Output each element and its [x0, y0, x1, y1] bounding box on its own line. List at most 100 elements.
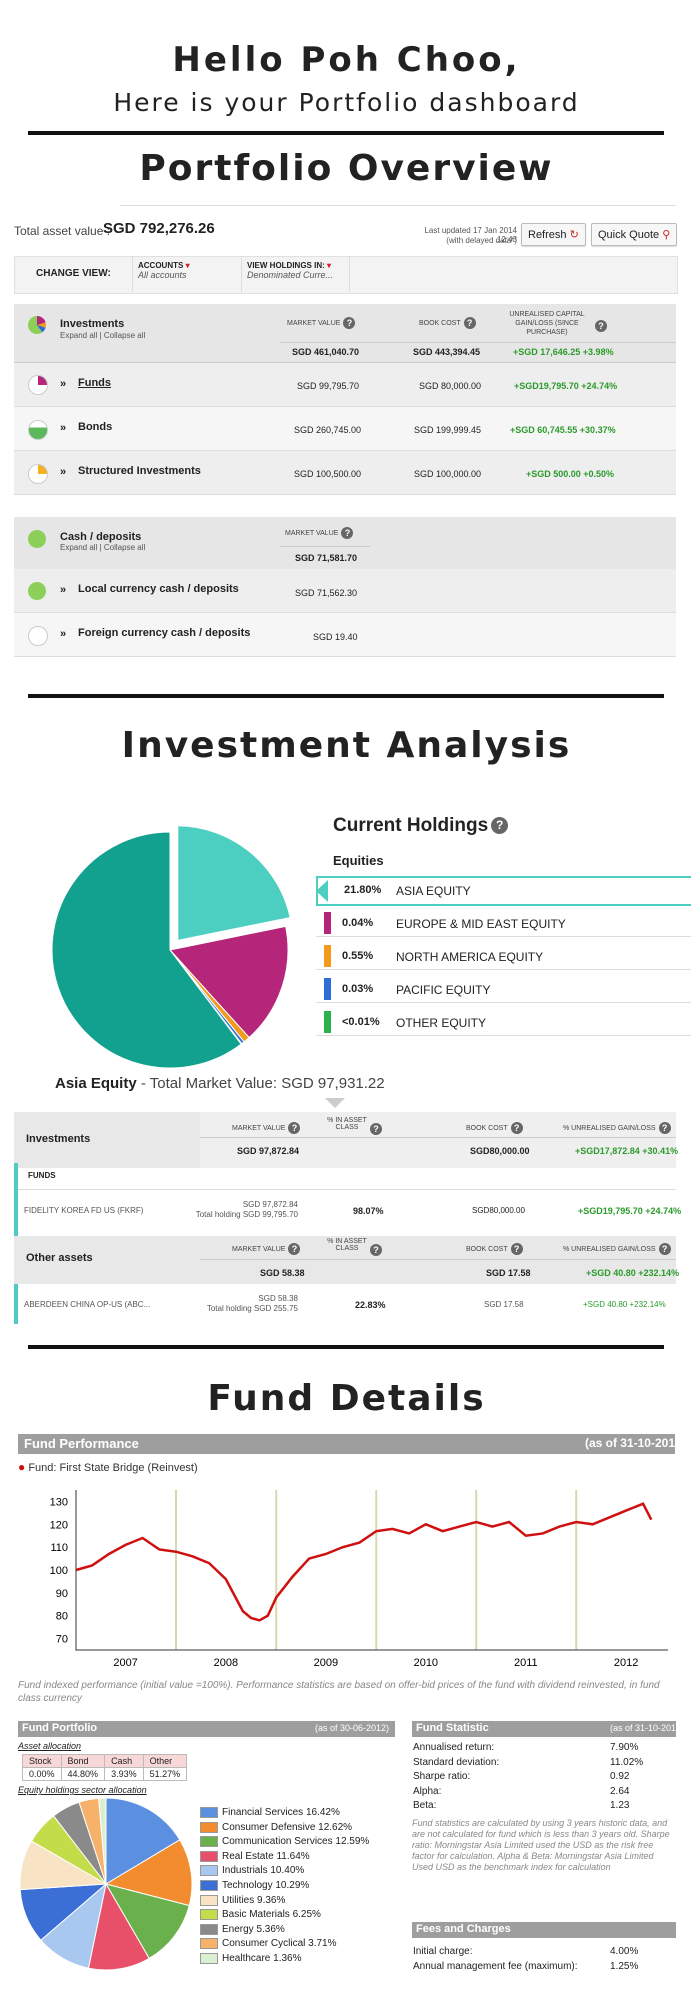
aberdeen-pct: 22.83%	[355, 1300, 386, 1310]
search-icon: ⚲	[662, 229, 671, 241]
other-gain: +SGD 40.80 +232.14%	[586, 1268, 680, 1278]
divider	[28, 1345, 664, 1349]
holding-color-strip	[324, 912, 331, 934]
investments-pie-icon	[28, 316, 46, 334]
sector-pie-chart	[19, 1797, 193, 1971]
dashboard-subtitle: Here is your Portfolio dashboard	[113, 88, 580, 117]
fee-label: Annual management fee (maximum):	[413, 1960, 578, 1972]
alloc-header: Stock	[22, 1754, 62, 1768]
fee-value: 4.00%	[610, 1946, 639, 1957]
help-icon[interactable]: ?	[658, 1122, 671, 1134]
holding-item[interactable]: 0.55% NORTH AMERICA EQUITY	[316, 942, 691, 970]
chevron-down-icon[interactable]: »	[60, 584, 66, 596]
help-icon[interactable]: ?	[510, 1122, 523, 1134]
fund-performance-header: Fund Performance (as of 31-10-201	[18, 1434, 675, 1454]
sector-pct: 16.42%	[305, 1807, 340, 1819]
funds-subheader: FUNDS	[28, 1171, 56, 1180]
alloc-value: 44.80%	[60, 1767, 106, 1781]
chevron-down-icon[interactable]: »	[60, 466, 66, 478]
y-tick-label: 70	[56, 1634, 68, 1646]
structured-market-value: SGD 100,500.00	[294, 469, 362, 479]
divider	[120, 205, 676, 206]
sector-allocation-label: Equity holdings sector allocation	[18, 1785, 147, 1795]
bonds-label: Bonds	[78, 421, 113, 433]
aberdeen-name[interactable]: ABERDEEN CHINA OP-US (ABC...	[24, 1300, 150, 1309]
sector-name: Consumer Defensive	[222, 1821, 316, 1833]
sector-legend-item: Industrials 10.40%	[200, 1865, 304, 1879]
help-icon[interactable]: ?	[370, 1122, 382, 1135]
sector-pct: 12.62%	[318, 1821, 353, 1833]
chevron-down-icon: ▾	[185, 261, 190, 270]
foreign-cash-label: Foreign currency cash / deposits	[78, 627, 251, 639]
asset-allocation-label: Asset allocation	[18, 1741, 82, 1751]
help-icon[interactable]: ?	[658, 1243, 671, 1255]
section-title-overview: Portfolio Overview	[139, 148, 554, 189]
holding-item[interactable]: 0.04% EUROPE & MID EAST EQUITY	[316, 909, 691, 937]
collapse-all-link[interactable]: Collapse all	[104, 331, 145, 340]
funds-link[interactable]: Funds	[78, 377, 111, 389]
col-unrealised: % UNREALISED GAIN/LOSS	[563, 1124, 656, 1132]
refresh-button[interactable]: Refresh ↻	[521, 223, 586, 246]
quick-quote-button[interactable]: Quick Quote ⚲	[591, 223, 678, 246]
investments-market-value: SGD 461,040.70	[292, 347, 360, 357]
structured-label: Structured Investments	[78, 465, 201, 477]
equities-label: Equities	[333, 853, 384, 868]
sector-pct: 11.64%	[276, 1850, 310, 1862]
pie-slice[interactable]	[174, 822, 295, 945]
holding-pct: 0.55%	[342, 950, 374, 962]
holding-item[interactable]: 0.03% PACIFIC EQUITY	[316, 975, 691, 1003]
holding-pct: <0.01%	[342, 1016, 380, 1028]
expand-all-link[interactable]: Expand all	[60, 331, 97, 340]
col-market-value: MARKET VALUE	[285, 529, 339, 537]
y-tick-label: 100	[50, 1565, 68, 1577]
help-icon[interactable]: ?	[510, 1243, 523, 1255]
sector-pct: 10.40%	[270, 1865, 305, 1877]
statistic-value: 7.90%	[610, 1742, 639, 1753]
structured-gain: +SGD 500.00 +0.50%	[526, 469, 615, 479]
funds-pie-icon	[28, 375, 48, 395]
chevron-down-icon[interactable]: »	[60, 628, 66, 640]
help-icon[interactable]: ?	[288, 1122, 301, 1134]
sector-pct: 5.36%	[256, 1923, 285, 1935]
pointer-arrow	[316, 880, 328, 902]
help-icon[interactable]: ?	[463, 317, 476, 329]
y-tick-label: 130	[50, 1496, 68, 1508]
chevron-down-icon[interactable]: »	[60, 378, 66, 390]
fund-market: SGD 97,872.84	[242, 1200, 298, 1209]
collapse-all-link[interactable]: Collapse all	[104, 543, 145, 552]
help-icon[interactable]: ?	[370, 1243, 382, 1256]
sector-name: Communication Services	[222, 1836, 333, 1848]
foreign-cash-icon	[28, 626, 48, 646]
fund-name[interactable]: FIDELITY KOREA FD US (FKRF)	[24, 1206, 143, 1215]
accounts-select[interactable]: ACCOUNTS ▾ All accounts	[138, 261, 190, 280]
holding-color-strip	[324, 945, 331, 967]
sector-name: Consumer Cyclical	[222, 1938, 306, 1950]
legend-swatch	[200, 1938, 218, 1950]
sector-legend-item: Consumer Defensive 12.62%	[200, 1821, 353, 1836]
delayed-note: (with delayed data*)	[446, 236, 517, 245]
col-book-cost: BOOK COST	[466, 1245, 508, 1253]
other-market: SGD 58.38	[260, 1268, 305, 1278]
help-icon[interactable]: ?	[288, 1243, 301, 1255]
holding-item[interactable]: 21.80% ASIA EQUITY	[332, 876, 691, 904]
investments-book-cost: SGD 443,394.45	[413, 347, 481, 357]
section-title-fund: Fund Details	[207, 1378, 486, 1419]
fund-statistic-header: Fund Statistic (as of 31-10-201	[412, 1721, 676, 1737]
change-view-label: CHANGE VIEW:	[36, 268, 111, 279]
sector-legend-item: Basic Materials 6.25%	[200, 1909, 321, 1923]
legend-swatch	[200, 1807, 218, 1818]
structured-book-cost: SGD 100,000.00	[414, 469, 482, 479]
fund-performance-asof: (as of 31-10-201	[584, 1436, 675, 1450]
help-icon[interactable]: ?	[341, 527, 354, 539]
help-icon[interactable]: ?	[491, 817, 509, 835]
funds-book-cost: SGD 80,000.00	[419, 381, 482, 391]
holding-item[interactable]: <0.01% OTHER EQUITY	[316, 1008, 691, 1036]
divider	[28, 694, 664, 698]
chevron-down-icon[interactable]: »	[60, 422, 66, 434]
help-icon[interactable]: ?	[595, 319, 607, 332]
view-holdings-select[interactable]: VIEW HOLDINGS IN: ▾ Denominated Curre...	[247, 261, 333, 280]
expand-all-link[interactable]: Expand all	[60, 543, 97, 552]
asia-equity-total: - Total Market Value: SGD 97,931.22	[140, 1075, 385, 1092]
help-icon[interactable]: ?	[343, 317, 356, 329]
x-tick-label: 2008	[214, 1657, 238, 1669]
